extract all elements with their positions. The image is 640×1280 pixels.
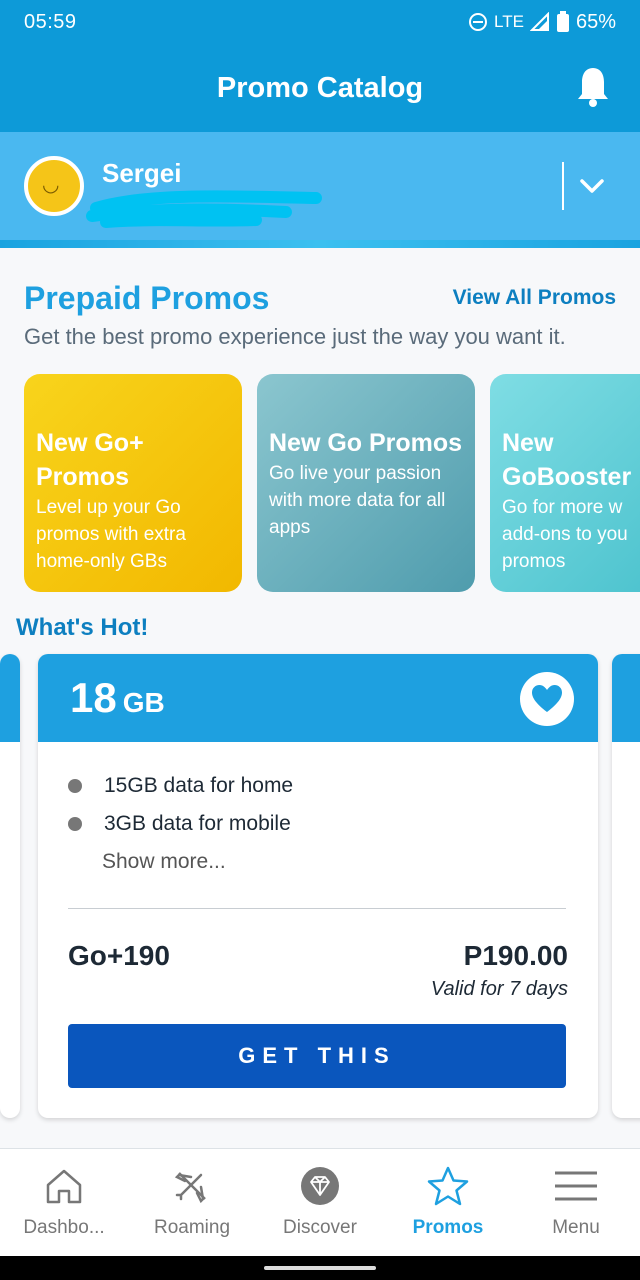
get-this-button[interactable]: GET THIS [68,1024,566,1088]
gesture-bar [0,1256,640,1280]
feature-text: 15GB data for home [104,774,294,797]
promo-card-go[interactable]: New Go Promos Go live your passion with … [257,374,475,592]
home-indicator[interactable] [264,1266,376,1270]
offer-name: Go+190 [68,940,170,971]
bullet-dot [68,779,82,793]
do-not-disturb-icon [469,13,488,31]
promo-card-gobooster[interactable]: New GoBooster Go for more w add-ons to y… [490,374,640,592]
offer-price: P190.00 [463,940,568,971]
promo-card-desc: Go live your passion with more data for … [269,463,446,538]
promo-card-title: New GoBooster [502,429,632,491]
feature-item: 15GB data for home [68,774,293,798]
network-label: LTE [494,12,524,31]
nav-label: Dashbo... [23,1217,105,1238]
main-content: Prepaid Promos View All Promos Get the b… [0,248,640,1148]
account-divider [562,162,564,210]
offer-validity: Valid for 7 days [430,978,568,1000]
promo-card-go-plus[interactable]: New Go+ Promos Level up your Go promos w… [24,374,242,592]
app-bar: Promo Catalog [0,44,640,132]
promo-card-desc: Go for more w add-ons to you promos [502,497,628,572]
hamburger-icon [555,1171,597,1201]
account-name: Sergei [102,158,182,188]
redacted-scribble [86,190,322,228]
nav-item-promos[interactable]: Promos [384,1149,512,1256]
avatar: ◡ [24,156,84,216]
section-subtitle: Get the best promo experience just the w… [24,324,566,349]
show-more-link[interactable]: Show more... [102,850,226,874]
promo-card-title: New Go+ Promos [36,429,144,491]
promo-card-title: New Go Promos [269,429,463,457]
offer-header: 18 GB [38,654,598,742]
nav-label: Discover [283,1217,357,1238]
account-strip [0,240,640,248]
home-icon [46,1169,82,1204]
account-selector[interactable]: ◡ Sergei [0,132,640,248]
feature-text: 3GB data for mobile [104,812,291,835]
bell-icon[interactable] [576,66,610,108]
status-time: 05:59 [24,10,77,33]
star-icon [427,1166,469,1206]
view-all-link[interactable]: View All Promos [453,286,616,310]
nav-label: Promos [412,1217,484,1238]
nav-item-discover[interactable]: Discover [256,1149,384,1256]
chevron-down-icon[interactable] [578,172,606,200]
nav-item-menu[interactable]: Menu [512,1149,640,1256]
offer-divider [68,908,566,909]
battery-label: 65% [575,10,616,33]
section-title: Prepaid Promos [24,280,270,316]
bottom-nav: Dashbo... Roaming Discover Promos Menu [0,1148,640,1256]
plane-icon [174,1172,206,1204]
page-title: Promo Catalog [216,71,424,104]
offer-card-prev[interactable] [0,654,20,1118]
offer-card-next[interactable] [612,654,640,1118]
nav-label: Roaming [153,1217,231,1238]
battery-icon [556,11,569,32]
diamond-icon [301,1167,339,1205]
offer-card[interactable]: 18 GB 15GB data for home 3GB data for mob… [38,654,598,1118]
offer-size: 18 GB [70,674,165,721]
nav-item-dashboard[interactable]: Dashbo... [0,1149,128,1256]
status-icons: LTE 65% [468,11,616,34]
feature-item: 3GB data for mobile [68,812,291,836]
promo-card-desc: Level up your Go promos with extra home-… [36,497,186,572]
whats-hot-title: What's Hot! [16,614,149,641]
favorite-button[interactable] [520,672,574,726]
bullet-dot [68,817,82,831]
nav-label: Menu [552,1217,600,1238]
signal-icon [529,12,549,31]
status-bar: 05:59 LTE 65% [0,0,640,44]
nav-item-roaming[interactable]: Roaming [128,1149,256,1256]
smiley-icon: ◡ [42,174,60,196]
heart-icon [532,685,562,712]
